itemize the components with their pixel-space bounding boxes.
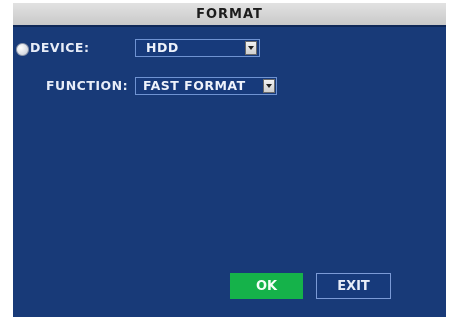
chevron-down-icon[interactable] (263, 79, 275, 93)
device-label: DEVICE: (30, 40, 90, 55)
radio-dot-icon (16, 43, 29, 56)
dialog-title: FORMAT (13, 3, 446, 27)
device-dropdown[interactable]: HDD (135, 39, 260, 57)
ok-button[interactable]: OK (230, 273, 303, 299)
exit-button[interactable]: EXIT (316, 273, 391, 299)
function-label: FUNCTION: (46, 78, 129, 93)
chevron-down-icon[interactable] (245, 41, 257, 55)
format-dialog: FORMAT DEVICE: HDD FUNCTION: FAST FORMAT… (13, 3, 446, 317)
device-value: HDD (146, 40, 179, 55)
function-value: FAST FORMAT (143, 78, 246, 93)
function-dropdown[interactable]: FAST FORMAT (135, 77, 277, 95)
